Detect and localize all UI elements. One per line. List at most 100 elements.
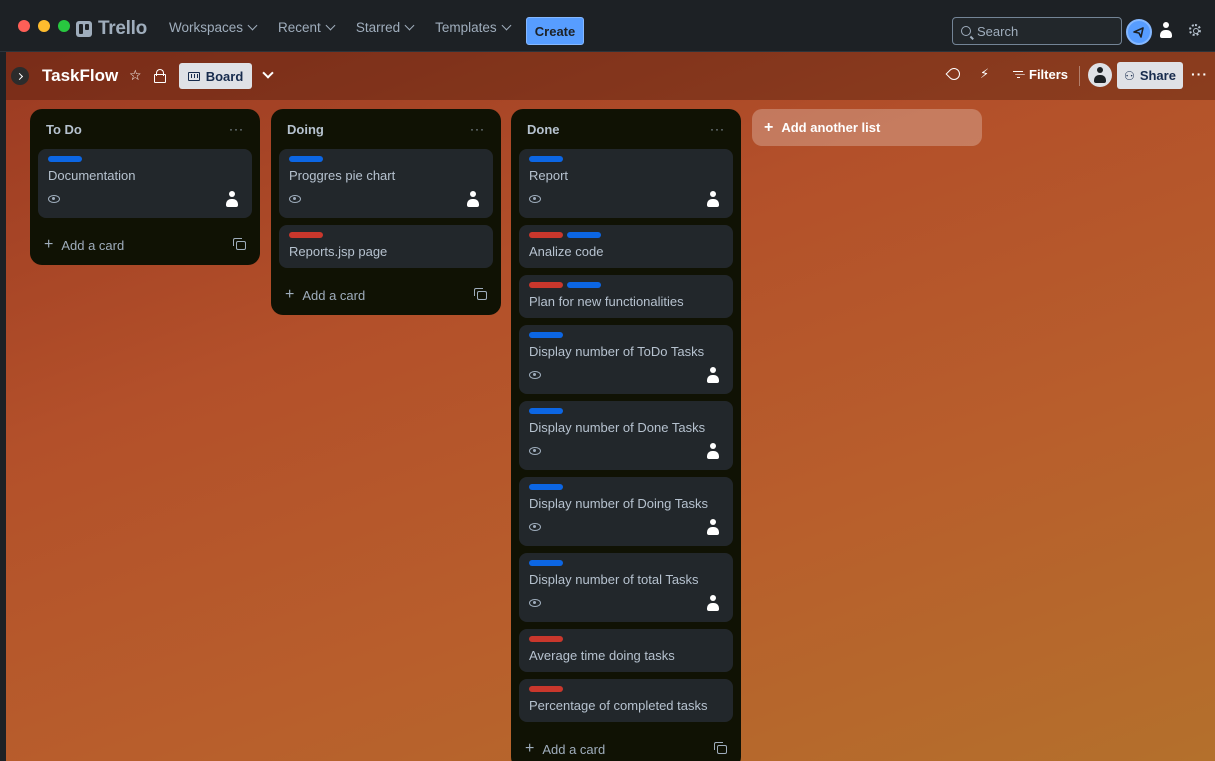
card-label-blue[interactable] bbox=[529, 408, 563, 414]
create-button[interactable]: Create bbox=[526, 17, 584, 45]
card-label-blue[interactable] bbox=[567, 282, 601, 288]
nav-recent[interactable]: Recent bbox=[267, 18, 345, 36]
search-input[interactable] bbox=[977, 23, 1107, 39]
list-title[interactable]: Done bbox=[527, 122, 560, 137]
add-card-label: Add a card bbox=[302, 287, 366, 303]
automation-icon[interactable]: ⚡ bbox=[980, 66, 989, 82]
add-card-button[interactable]: + Add a card bbox=[44, 237, 124, 253]
plus-icon: + bbox=[525, 740, 535, 757]
card-label-blue[interactable] bbox=[529, 484, 563, 490]
member-avatar-icon[interactable] bbox=[467, 191, 479, 207]
member-avatar-icon[interactable] bbox=[707, 367, 719, 383]
board-title[interactable]: TaskFlow bbox=[42, 66, 118, 86]
card-label-red[interactable] bbox=[289, 232, 323, 238]
list-actions-icon[interactable]: ··· bbox=[710, 122, 725, 136]
list-title[interactable]: To Do bbox=[46, 122, 82, 137]
card-title: Analize code bbox=[529, 244, 604, 259]
card[interactable]: Plan for new functionalities bbox=[519, 275, 733, 318]
create-from-template-icon[interactable] bbox=[714, 741, 727, 754]
add-another-list-button[interactable]: + Add another list bbox=[752, 109, 982, 146]
nav-starred[interactable]: Starred bbox=[345, 18, 424, 36]
add-card-label: Add a card bbox=[61, 237, 125, 253]
card[interactable]: Reports.jsp page bbox=[279, 225, 493, 268]
card[interactable]: Average time doing tasks bbox=[519, 629, 733, 672]
board-view-button[interactable]: Board bbox=[179, 63, 252, 89]
filters-button[interactable]: Filters bbox=[1013, 67, 1068, 82]
card-badges bbox=[529, 188, 723, 210]
notifications-button[interactable] bbox=[1126, 19, 1152, 45]
star-icon[interactable]: ☆ bbox=[129, 67, 142, 84]
list-column: Doing ··· Proggres pie chart Reports.jsp pa… bbox=[271, 109, 501, 315]
card-badges bbox=[529, 440, 723, 462]
card[interactable]: Display number of ToDo Tasks bbox=[519, 325, 733, 394]
card[interactable]: Display number of total Tasks bbox=[519, 553, 733, 622]
chevron-down-icon bbox=[247, 20, 258, 30]
card-labels bbox=[289, 156, 483, 162]
nav-workspaces[interactable]: Workspaces bbox=[158, 18, 267, 36]
create-from-template-icon[interactable] bbox=[474, 287, 487, 300]
member-avatar-icon[interactable] bbox=[707, 519, 719, 535]
card[interactable]: Analize code bbox=[519, 225, 733, 268]
add-card-row: + Add a card bbox=[30, 225, 260, 265]
board-member-avatar[interactable] bbox=[1088, 63, 1112, 87]
member-avatar-icon[interactable] bbox=[226, 191, 238, 207]
list-actions-icon[interactable]: ··· bbox=[229, 122, 244, 136]
member-avatar-icon[interactable] bbox=[707, 443, 719, 459]
card-label-blue[interactable] bbox=[48, 156, 82, 162]
card[interactable]: Display number of Doing Tasks bbox=[519, 477, 733, 546]
card-label-blue[interactable] bbox=[529, 332, 563, 338]
card-label-blue[interactable] bbox=[289, 156, 323, 162]
search-box[interactable] bbox=[952, 17, 1122, 45]
list-title[interactable]: Doing bbox=[287, 122, 324, 137]
header-divider bbox=[1079, 66, 1080, 86]
visibility-lock-icon[interactable] bbox=[154, 69, 166, 83]
trello-logo-icon bbox=[76, 21, 92, 37]
share-button[interactable]: ⚇ Share bbox=[1117, 62, 1183, 89]
plus-icon: + bbox=[44, 236, 54, 253]
sidebar-toggle-button[interactable] bbox=[11, 67, 29, 85]
add-list-label: Add another list bbox=[781, 120, 881, 135]
card[interactable]: Proggres pie chart bbox=[279, 149, 493, 218]
card-title: Average time doing tasks bbox=[529, 648, 675, 663]
card-label-red[interactable] bbox=[529, 282, 563, 288]
card-title: Display number of total Tasks bbox=[529, 572, 699, 587]
nav-templates[interactable]: Templates bbox=[424, 18, 521, 36]
card-labels bbox=[529, 686, 723, 692]
card-labels bbox=[529, 560, 723, 566]
card-label-red[interactable] bbox=[529, 636, 563, 642]
views-chevron-down-icon[interactable] bbox=[262, 67, 274, 79]
list-header: To Do ··· bbox=[30, 109, 260, 149]
card-label-blue[interactable] bbox=[529, 156, 563, 162]
card-label-blue[interactable] bbox=[529, 560, 563, 566]
card-labels bbox=[529, 408, 723, 414]
settings-icon[interactable] bbox=[1189, 24, 1201, 36]
app-header: Trello Workspaces Recent Starred Templat… bbox=[0, 0, 1215, 52]
create-from-template-icon[interactable] bbox=[233, 237, 246, 250]
chevron-down-icon bbox=[404, 20, 415, 30]
megaphone-icon bbox=[1133, 27, 1144, 38]
account-button[interactable] bbox=[1160, 22, 1172, 43]
board-menu-icon[interactable]: ··· bbox=[1191, 66, 1208, 82]
card-label-blue[interactable] bbox=[567, 232, 601, 238]
add-card-button[interactable]: + Add a card bbox=[285, 287, 365, 303]
power-ups-icon[interactable] bbox=[945, 65, 963, 83]
trello-logo[interactable]: Trello bbox=[76, 18, 147, 40]
add-card-button[interactable]: + Add a card bbox=[525, 741, 605, 757]
add-person-icon: ⚇ bbox=[1124, 68, 1135, 83]
card-labels bbox=[529, 156, 723, 162]
card-badges bbox=[289, 188, 483, 210]
filter-icon bbox=[1013, 70, 1023, 79]
card[interactable]: Documentation bbox=[38, 149, 252, 218]
close-window-button[interactable] bbox=[18, 20, 30, 32]
card[interactable]: Display number of Done Tasks bbox=[519, 401, 733, 470]
card[interactable]: Percentage of completed tasks bbox=[519, 679, 733, 722]
board-header: TaskFlow ☆ Board ⚡ Filters ⚇ Share ··· bbox=[6, 52, 1215, 100]
card-label-red[interactable] bbox=[529, 232, 563, 238]
list-actions-icon[interactable]: ··· bbox=[470, 122, 485, 136]
member-avatar-icon[interactable] bbox=[707, 595, 719, 611]
card[interactable]: Report bbox=[519, 149, 733, 218]
card-label-red[interactable] bbox=[529, 686, 563, 692]
maximize-window-button[interactable] bbox=[58, 20, 70, 32]
minimize-window-button[interactable] bbox=[38, 20, 50, 32]
member-avatar-icon[interactable] bbox=[707, 191, 719, 207]
